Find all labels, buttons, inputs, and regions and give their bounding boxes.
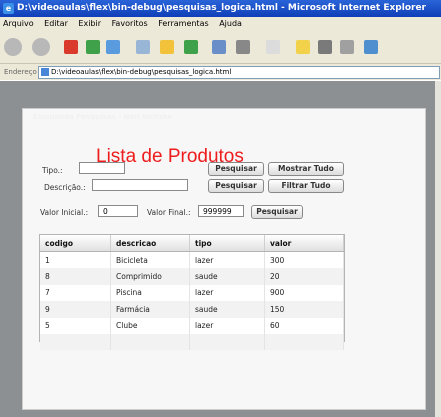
home-icon[interactable] <box>106 40 120 54</box>
cell-descricao: Farmácia <box>110 301 190 318</box>
address-label: Endereço <box>4 68 37 76</box>
tipo-label: Tipo.: <box>42 166 63 175</box>
table-row-empty <box>40 333 344 351</box>
messenger-icon[interactable] <box>340 40 354 54</box>
descricao-input[interactable] <box>92 179 188 191</box>
cell-codigo: 5 <box>40 317 111 334</box>
back-icon[interactable] <box>4 38 22 56</box>
internet-explorer-icon: e <box>3 3 14 14</box>
pesquisar-tipo-button[interactable]: Pesquisar <box>208 162 264 176</box>
search-icon[interactable] <box>136 40 150 54</box>
page-icon <box>41 68 49 76</box>
column-header-descricao[interactable]: descricao <box>110 235 190 252</box>
research-icon[interactable] <box>318 40 332 54</box>
forward-icon[interactable] <box>32 38 50 56</box>
menu-favoritos[interactable]: Favoritos <box>112 19 148 28</box>
menu-ferramentas[interactable]: Ferramentas <box>158 19 208 28</box>
tipo-input[interactable] <box>79 162 125 174</box>
history-icon[interactable] <box>184 40 198 54</box>
panel-title: Ensinando Pesquisas - Neri Neitzke <box>33 113 173 121</box>
cell-descricao: Bicicleta <box>110 251 190 269</box>
valor-inicial-input[interactable]: 0 <box>98 205 138 217</box>
column-header-tipo[interactable]: tipo <box>189 235 265 252</box>
cell-codigo: 9 <box>40 301 111 318</box>
table-row[interactable]: 1 Bicicleta lazer 300 <box>40 251 344 269</box>
media-icon[interactable] <box>364 40 378 54</box>
mostrar-tudo-button[interactable]: Mostrar Tudo <box>268 162 344 176</box>
address-field[interactable]: D:\videoaulas\flex\bin-debug\pesquisas_l… <box>38 66 440 79</box>
table-row[interactable]: 5 Clube lazer 60 <box>40 317 344 334</box>
vertical-scrollbar[interactable] <box>435 81 441 417</box>
cell-tipo: lazer <box>189 284 265 302</box>
folder-icon[interactable] <box>296 40 310 54</box>
cell-codigo: 1 <box>40 251 111 269</box>
products-table: codigo descricao tipo valor 1 Bicicleta … <box>40 235 344 351</box>
print-icon[interactable] <box>236 40 250 54</box>
cell-descricao: Piscina <box>110 284 190 302</box>
cell-tipo: saude <box>189 301 265 318</box>
table-row[interactable]: 9 Farmácia saude 150 <box>40 301 344 318</box>
favorites-icon[interactable] <box>160 40 174 54</box>
column-header-codigo[interactable]: codigo <box>40 235 111 252</box>
cell-tipo: lazer <box>189 251 265 269</box>
descricao-label: Descrição.: <box>44 183 86 192</box>
table-row[interactable]: 7 Piscina lazer 900 <box>40 284 344 302</box>
address-url: D:\videoaulas\flex\bin-debug\pesquisas_l… <box>51 68 232 76</box>
menu-ajuda[interactable]: Ajuda <box>219 19 242 28</box>
refresh-icon[interactable] <box>86 40 100 54</box>
valor-inicial-label: Valor Inicial.: <box>40 208 89 217</box>
cell-codigo: 8 <box>40 268 111 285</box>
cell-valor: 300 <box>264 251 344 269</box>
window-title-bar: e D:\videoaulas\flex\bin-debug\pesquisas_… <box>0 0 441 17</box>
menu-bar: Arquivo Editar Exibir Favoritos Ferramen… <box>0 17 441 31</box>
valor-final-label: Valor Final.: <box>147 208 191 217</box>
cell-descricao: Comprimido <box>110 268 190 285</box>
menu-exibir[interactable]: Exibir <box>78 19 101 28</box>
table-row[interactable]: 8 Comprimido saude 20 <box>40 268 344 285</box>
menu-editar[interactable]: Editar <box>44 19 68 28</box>
address-bar: Endereço D:\videoaulas\flex\bin-debug\pe… <box>0 64 441 80</box>
cell-valor: 150 <box>264 301 344 318</box>
table-header-row: codigo descricao tipo valor <box>40 235 344 252</box>
products-grid[interactable]: codigo descricao tipo valor 1 Bicicleta … <box>39 234 345 351</box>
mail-icon[interactable] <box>212 40 226 54</box>
valor-final-input[interactable]: 999999 <box>198 205 244 217</box>
cell-descricao: Clube <box>110 317 190 334</box>
cell-valor: 60 <box>264 317 344 334</box>
menu-arquivo[interactable]: Arquivo <box>3 19 34 28</box>
cell-tipo: saude <box>189 268 265 285</box>
edit-icon[interactable] <box>266 40 280 54</box>
pesquisar-valor-button[interactable]: Pesquisar <box>251 205 303 219</box>
browser-toolbar <box>0 31 441 64</box>
cell-valor: 900 <box>264 284 344 302</box>
column-header-valor[interactable]: valor <box>264 235 344 252</box>
cell-valor: 20 <box>264 268 344 285</box>
filtrar-tudo-button[interactable]: Filtrar Tudo <box>268 179 344 193</box>
cell-codigo: 7 <box>40 284 111 302</box>
pesquisar-descricao-button[interactable]: Pesquisar <box>208 179 264 193</box>
cell-tipo: lazer <box>189 317 265 334</box>
stop-icon[interactable] <box>64 40 78 54</box>
window-title: D:\videoaulas\flex\bin-debug\pesquisas_l… <box>17 3 426 13</box>
